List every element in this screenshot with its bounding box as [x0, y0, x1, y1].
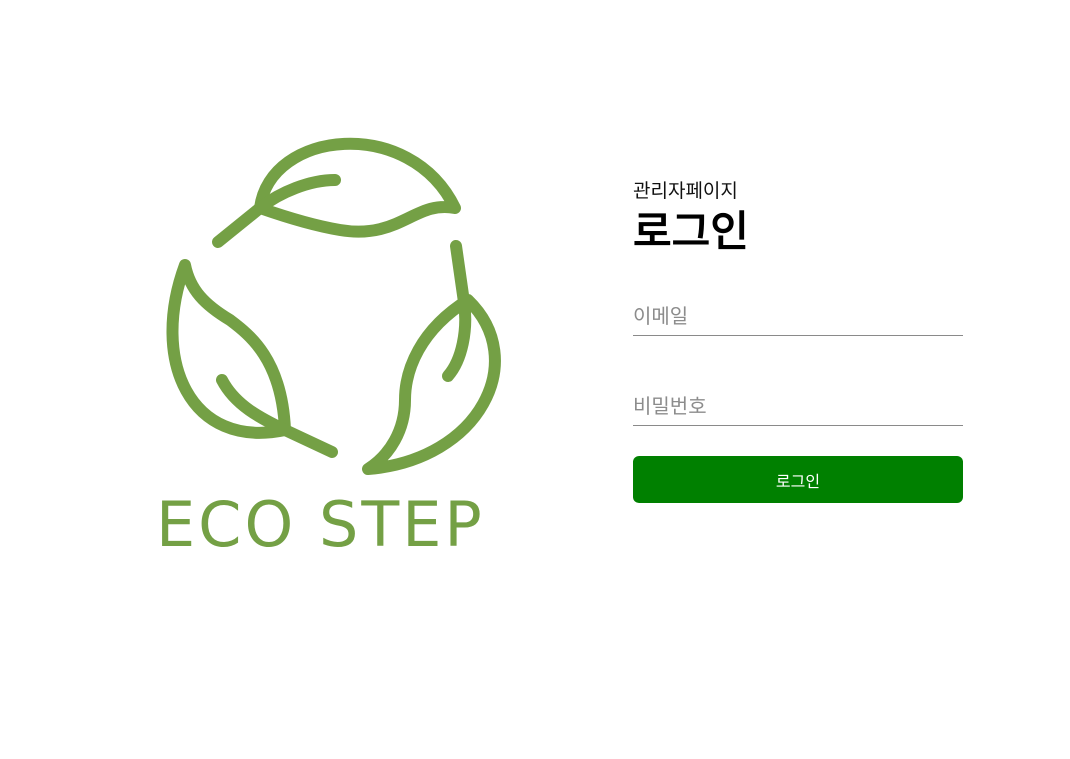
eco-step-logo: ECO STEP: [150, 120, 520, 560]
login-form: 관리자페이지 로그인 로그인: [633, 178, 963, 503]
logo-text: ECO STEP: [156, 488, 485, 561]
email-field-wrapper: [633, 302, 963, 336]
login-page: ECO STEP 관리자페이지 로그인 로그인: [0, 0, 1070, 759]
login-button[interactable]: 로그인: [633, 456, 963, 503]
page-title: 로그인: [633, 207, 749, 256]
password-field-wrapper: [633, 392, 963, 426]
password-input[interactable]: [633, 392, 963, 425]
left-leaf-icon: [166, 259, 291, 439]
email-input[interactable]: [633, 302, 963, 335]
page-subtitle: 관리자페이지: [633, 180, 738, 202]
right-leaf-icon: [362, 294, 501, 475]
